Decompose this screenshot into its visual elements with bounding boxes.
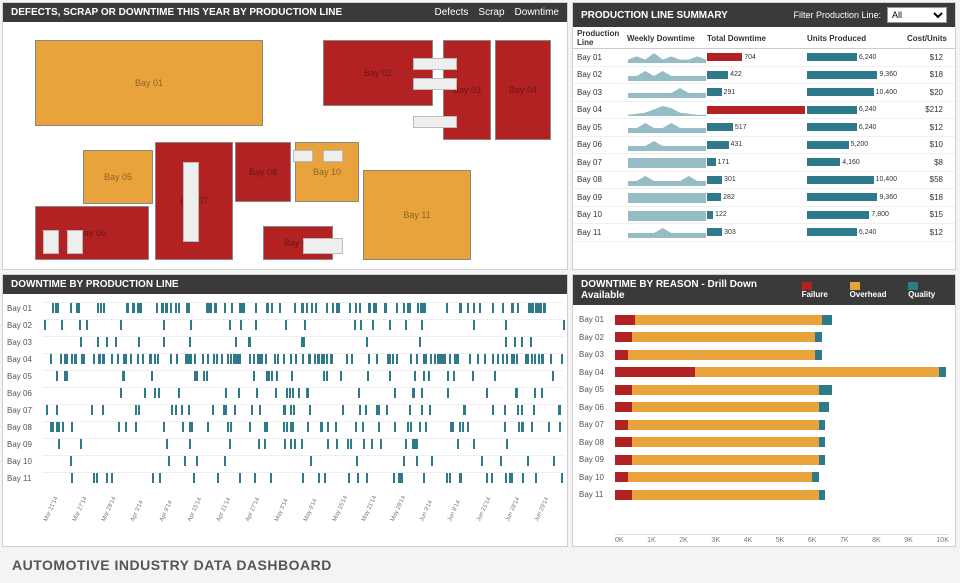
col-units[interactable]: Units Produced bbox=[807, 34, 897, 43]
col-weekly[interactable]: Weekly Downtime bbox=[627, 34, 707, 43]
downtime-reason-header: DOWNTIME BY REASON - Drill Down Availabl… bbox=[573, 275, 955, 305]
bay-bay05[interactable]: Bay 05 bbox=[83, 150, 153, 204]
summary-row[interactable]: Bay 055176,240$12 bbox=[573, 119, 955, 137]
tab-scrap[interactable]: Scrap bbox=[478, 7, 504, 18]
summary-row[interactable]: Bay 101227,800$15 bbox=[573, 207, 955, 225]
filter-select[interactable]: All bbox=[887, 7, 947, 23]
summary-row[interactable]: Bay 017046,240$12 bbox=[573, 49, 955, 67]
bay-bay04[interactable]: Bay 04 bbox=[495, 40, 551, 140]
summary-row[interactable]: Bay 0329110,400$20 bbox=[573, 84, 955, 102]
strip-row[interactable]: Bay 05 bbox=[7, 368, 563, 385]
legend-item[interactable]: Failure bbox=[802, 281, 840, 299]
col-total[interactable]: Total Downtime bbox=[707, 34, 807, 43]
floor-plan-tabs: Defects Scrap Downtime bbox=[435, 7, 560, 18]
reason-row[interactable]: Bay 01 bbox=[579, 311, 949, 329]
strip-row[interactable]: Bay 02 bbox=[7, 317, 563, 334]
reason-legend: Failure Overhead Quality bbox=[802, 281, 947, 299]
filter-label: Filter Production Line: bbox=[793, 10, 881, 20]
reason-row[interactable]: Bay 04 bbox=[579, 364, 949, 382]
downtime-line-body[interactable]: Bay 01Bay 02Bay 03Bay 04Bay 05Bay 06Bay … bbox=[3, 294, 567, 546]
strip-row[interactable]: Bay 03 bbox=[7, 334, 563, 351]
summary-row[interactable]: Bay 024229,360$18 bbox=[573, 67, 955, 85]
bay-bay11[interactable]: Bay 11 bbox=[363, 170, 471, 260]
reason-xaxis: 0K1K2K3K4K5K6K7K8K9K10K bbox=[615, 534, 949, 544]
floor-plan-header: DEFECTS, SCRAP OR DOWNTIME THIS YEAR BY … bbox=[3, 3, 567, 22]
bay-bay02[interactable]: Bay 02 bbox=[323, 40, 433, 106]
dashboard-footer-title: AUTOMOTIVE INDUSTRY DATA DASHBOARD bbox=[2, 551, 956, 581]
summary-row[interactable]: Bay 092829,360$18 bbox=[573, 189, 955, 207]
strip-row[interactable]: Bay 08 bbox=[7, 419, 563, 436]
downtime-reason-panel: DOWNTIME BY REASON - Drill Down Availabl… bbox=[572, 274, 956, 547]
summary-panel: PRODUCTION LINE SUMMARY Filter Productio… bbox=[572, 2, 956, 270]
strip-row[interactable]: Bay 07 bbox=[7, 402, 563, 419]
strip-row[interactable]: Bay 10 bbox=[7, 453, 563, 470]
summary-row[interactable]: Bay 071714,160$8 bbox=[573, 154, 955, 172]
strip-row[interactable]: Bay 04 bbox=[7, 351, 563, 368]
summary-columns: Production Line Weekly Downtime Total Do… bbox=[573, 27, 955, 49]
legend-item[interactable]: Quality bbox=[908, 281, 947, 299]
summary-body: Production Line Weekly Downtime Total Do… bbox=[573, 27, 955, 269]
tab-defects[interactable]: Defects bbox=[435, 7, 469, 18]
reason-row[interactable]: Bay 07 bbox=[579, 416, 949, 434]
reason-row[interactable]: Bay 02 bbox=[579, 329, 949, 347]
summary-header: PRODUCTION LINE SUMMARY Filter Productio… bbox=[573, 3, 955, 27]
floor-plan-panel: DEFECTS, SCRAP OR DOWNTIME THIS YEAR BY … bbox=[2, 2, 568, 270]
col-cost[interactable]: Cost/Units bbox=[897, 34, 947, 43]
summary-row[interactable]: Bay 046,240$212 bbox=[573, 102, 955, 120]
downtime-line-title: DOWNTIME BY PRODUCTION LINE bbox=[11, 279, 179, 290]
strip-row[interactable]: Bay 01 bbox=[7, 300, 563, 317]
reason-row[interactable]: Bay 03 bbox=[579, 346, 949, 364]
reason-row[interactable]: Bay 08 bbox=[579, 434, 949, 452]
tab-downtime[interactable]: Downtime bbox=[515, 7, 559, 18]
summary-row[interactable]: Bay 0830110,400$58 bbox=[573, 172, 955, 190]
summary-row[interactable]: Bay 113036,240$12 bbox=[573, 224, 955, 242]
col-line[interactable]: Production Line bbox=[577, 29, 627, 47]
floor-plan-title: DEFECTS, SCRAP OR DOWNTIME THIS YEAR BY … bbox=[11, 7, 342, 18]
legend-item[interactable]: Overhead bbox=[850, 281, 899, 299]
summary-filter: Filter Production Line: All bbox=[793, 7, 947, 23]
bay-bay01[interactable]: Bay 01 bbox=[35, 40, 263, 126]
downtime-line-header: DOWNTIME BY PRODUCTION LINE bbox=[3, 275, 567, 294]
reason-row[interactable]: Bay 09 bbox=[579, 451, 949, 469]
reason-row[interactable]: Bay 05 bbox=[579, 381, 949, 399]
downtime-reason-title: DOWNTIME BY REASON - Drill Down Availabl… bbox=[581, 279, 802, 301]
downtime-xaxis: Mar 21'14Mar 27'14Mar 28'14Apr 3'14Apr 9… bbox=[43, 520, 563, 544]
strip-row[interactable]: Bay 09 bbox=[7, 436, 563, 453]
downtime-reason-body[interactable]: Bay 01Bay 02Bay 03Bay 04Bay 05Bay 06Bay … bbox=[573, 305, 955, 546]
reason-row[interactable]: Bay 10 bbox=[579, 469, 949, 487]
summary-row[interactable]: Bay 064315,200$10 bbox=[573, 137, 955, 155]
reason-row[interactable]: Bay 06 bbox=[579, 399, 949, 417]
downtime-line-panel: DOWNTIME BY PRODUCTION LINE Bay 01Bay 02… bbox=[2, 274, 568, 547]
floor-plan-body[interactable]: Bay 01Bay 02Bay 03Bay 04Bay 05Bay 06Bay … bbox=[3, 22, 567, 269]
summary-title: PRODUCTION LINE SUMMARY bbox=[581, 10, 728, 21]
reason-row[interactable]: Bay 11 bbox=[579, 486, 949, 504]
strip-row[interactable]: Bay 11 bbox=[7, 470, 563, 487]
bay-bay08[interactable]: Bay 08 bbox=[235, 142, 291, 202]
strip-row[interactable]: Bay 06 bbox=[7, 385, 563, 402]
